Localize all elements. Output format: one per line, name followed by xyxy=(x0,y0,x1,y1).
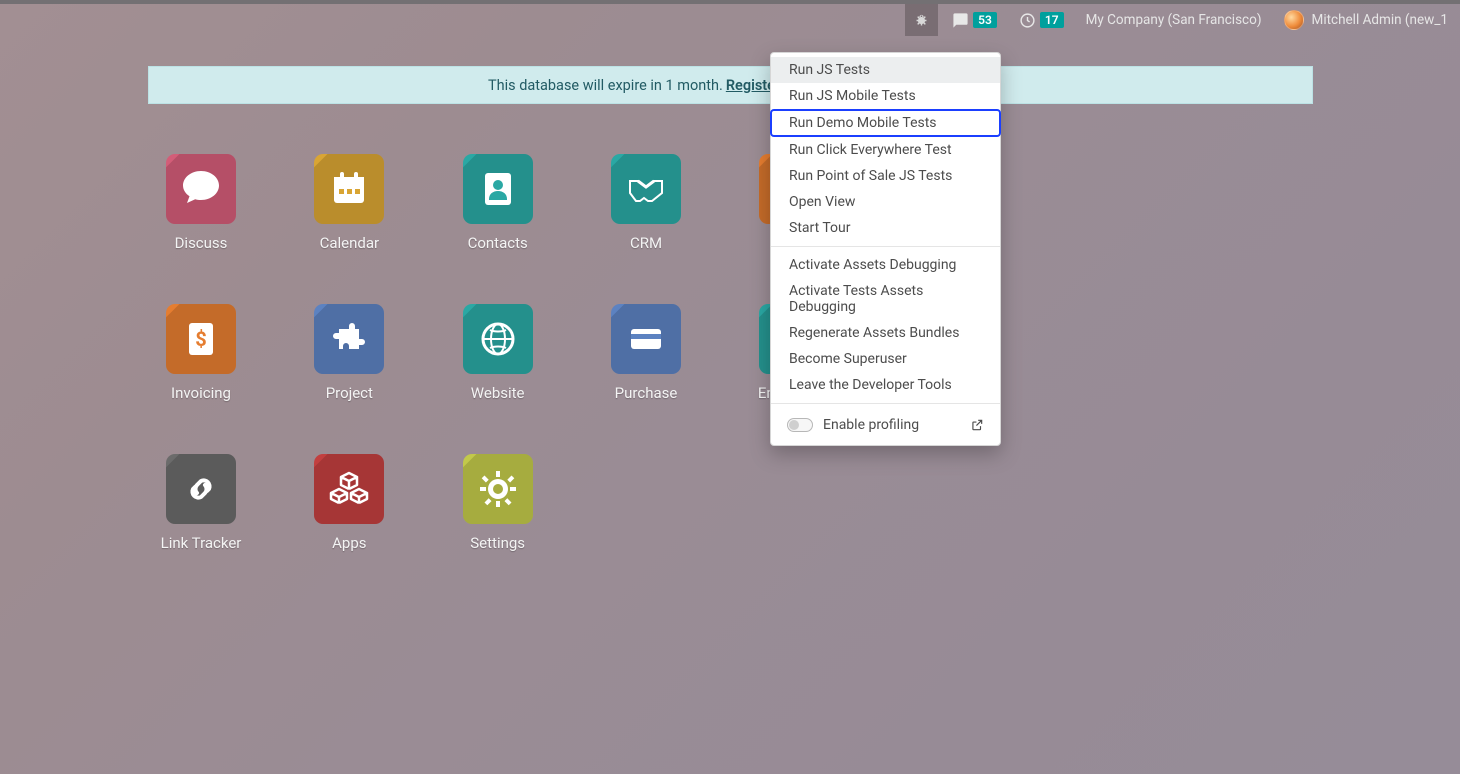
speech-icon xyxy=(179,167,223,211)
user-name: Mitchell Admin (new_1 xyxy=(1312,12,1448,28)
debug-menu-toggle[interactable] xyxy=(905,4,938,36)
clock-icon xyxy=(1019,12,1036,29)
app-label-contacts: Contacts xyxy=(468,234,528,252)
chat-icon xyxy=(952,12,969,29)
app-label-crm: CRM xyxy=(630,234,662,252)
app-settings[interactable]: Settings xyxy=(448,454,548,552)
debug-menu-item[interactable]: Leave the Developer Tools xyxy=(771,372,1000,398)
app-tile-settings xyxy=(463,454,533,524)
app-label-website: Website xyxy=(471,384,525,402)
debug-menu-item[interactable]: Run Click Everywhere Test xyxy=(771,137,1000,163)
app-tile-apps xyxy=(314,454,384,524)
debug-menu-item[interactable]: Start Tour xyxy=(771,215,1000,241)
app-label-project: Project xyxy=(326,384,373,402)
app-invoicing[interactable]: Invoicing xyxy=(151,304,251,402)
app-purchase[interactable]: Purchase xyxy=(596,304,696,402)
app-project[interactable]: Project xyxy=(299,304,399,402)
app-tile-calendar xyxy=(314,154,384,224)
company-switcher[interactable]: My Company (San Francisco) xyxy=(1078,4,1270,36)
link-icon xyxy=(179,467,223,511)
app-apps[interactable]: Apps xyxy=(299,454,399,552)
dollar-doc-icon xyxy=(179,317,223,361)
app-website[interactable]: Website xyxy=(448,304,548,402)
app-tile-invoicing xyxy=(166,304,236,374)
app-tile-website xyxy=(463,304,533,374)
messages-count: 53 xyxy=(973,12,997,28)
globe-icon xyxy=(476,317,520,361)
card-icon xyxy=(624,317,668,361)
app-label-calendar: Calendar xyxy=(320,234,380,252)
cubes-icon xyxy=(327,467,371,511)
app-contacts[interactable]: Contacts xyxy=(448,154,548,252)
debug-menu-item[interactable]: Open View xyxy=(771,189,1000,215)
profiling-toggle[interactable] xyxy=(787,418,813,432)
app-label-purchase: Purchase xyxy=(615,384,678,402)
banner-text: This database will expire in 1 month. xyxy=(488,77,723,94)
app-calendar[interactable]: Calendar xyxy=(299,154,399,252)
app-label-settings: Settings xyxy=(470,534,525,552)
app-link[interactable]: Link Tracker xyxy=(151,454,251,552)
app-label-link: Link Tracker xyxy=(161,534,242,552)
debug-dropdown: Run JS TestsRun JS Mobile TestsRun Demo … xyxy=(770,52,1001,446)
debug-menu-item[interactable]: Run Demo Mobile Tests xyxy=(770,109,1001,137)
top-menu: 53 17 My Company (San Francisco) Mitchel… xyxy=(905,4,1460,36)
user-menu[interactable]: Mitchell Admin (new_1 xyxy=(1276,4,1456,36)
app-tile-contacts xyxy=(463,154,533,224)
messages-button[interactable]: 53 xyxy=(944,4,1005,36)
contact-icon xyxy=(476,167,520,211)
debug-menu-item[interactable]: Become Superuser xyxy=(771,346,1000,372)
debug-menu-item[interactable]: Run JS Mobile Tests xyxy=(771,83,1000,109)
debug-menu-item[interactable]: Run JS Tests xyxy=(771,57,1000,83)
app-tile-crm xyxy=(611,154,681,224)
app-tile-project xyxy=(314,304,384,374)
company-name: My Company (San Francisco) xyxy=(1086,12,1262,28)
avatar xyxy=(1284,10,1304,30)
app-discuss[interactable]: Discuss xyxy=(151,154,251,252)
activities-button[interactable]: 17 xyxy=(1011,4,1072,36)
app-label-apps: Apps xyxy=(332,534,366,552)
debug-menu-item[interactable]: Activate Tests Assets Debugging xyxy=(771,278,1000,320)
app-tile-discuss xyxy=(166,154,236,224)
app-tile-link xyxy=(166,454,236,524)
debug-menu-item[interactable]: Regenerate Assets Bundles xyxy=(771,320,1000,346)
calendar-icon xyxy=(327,167,371,211)
handshake-icon xyxy=(624,167,668,211)
app-tile-purchase xyxy=(611,304,681,374)
debug-menu-item[interactable]: Activate Assets Debugging xyxy=(771,252,1000,278)
enable-profiling-row: Enable profiling xyxy=(771,409,1000,441)
profiling-label: Enable profiling xyxy=(823,417,919,433)
app-label-invoicing: Invoicing xyxy=(171,384,231,402)
external-link-icon[interactable] xyxy=(970,418,984,432)
gear-icon xyxy=(476,467,520,511)
puzzle-icon xyxy=(327,317,371,361)
debug-menu-item[interactable]: Run Point of Sale JS Tests xyxy=(771,163,1000,189)
activities-count: 17 xyxy=(1040,12,1064,28)
expiration-banner: This database will expire in 1 month. Re… xyxy=(148,66,1313,104)
app-crm[interactable]: CRM xyxy=(596,154,696,252)
app-label-discuss: Discuss xyxy=(175,234,228,252)
bug-icon xyxy=(913,12,930,29)
